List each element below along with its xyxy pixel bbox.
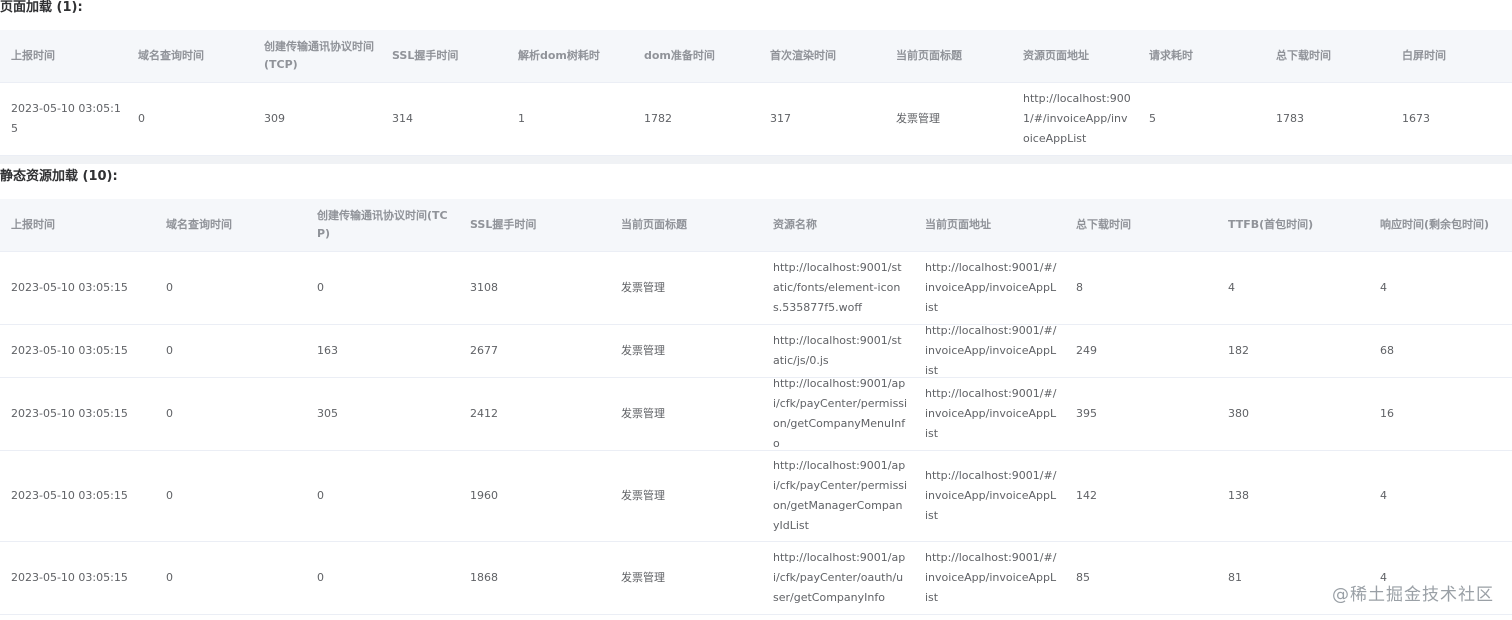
cell-total-download-time: 8	[1076, 281, 1083, 294]
cell-resource-url: http://localhost:9001/#/invoiceApp/invoi…	[1023, 92, 1131, 145]
page-load-title: 页面加载 (1):	[0, 0, 83, 15]
cell-tcp-time: 309	[264, 112, 285, 125]
table-row[interactable]: 2023-05-10 03:05:15 0 0 1868 发票管理 http:/…	[0, 542, 1512, 615]
cell-page-title: 发票管理	[621, 571, 665, 584]
cell-total-download-time: 85	[1076, 571, 1090, 584]
cell-response-time: 4	[1380, 281, 1387, 294]
cell-page-title: 发票管理	[621, 344, 665, 357]
cell-ssl-time: 1868	[470, 571, 498, 584]
cell-tcp-time: 0	[317, 281, 324, 294]
cell-ssl-time: 2677	[470, 344, 498, 357]
watermark: @稀土掘金技术社区	[1332, 585, 1494, 605]
header-dom-parse-time[interactable]: 解析dom树耗时	[507, 30, 633, 82]
header-total-download-time[interactable]: 总下载时间	[1265, 30, 1391, 82]
cell-total-download-time: 249	[1076, 344, 1097, 357]
table-row[interactable]: 2023-05-10 03:05:15 0 163 2677 发票管理 http…	[0, 325, 1512, 378]
cell-ssl-time: 314	[392, 112, 413, 125]
cell-ttfb: 4	[1228, 281, 1235, 294]
cell-page-url: http://localhost:9001/#/invoiceApp/invoi…	[925, 551, 1057, 604]
cell-resource-name: http://localhost:9001/static/js/0.js	[773, 334, 902, 367]
table-row[interactable]: 2023-05-10 03:05:15 0 0 1960 发票管理 http:/…	[0, 451, 1512, 542]
cell-dns-time: 0	[138, 112, 145, 125]
cell-dns-time: 0	[166, 281, 173, 294]
header-dns-time[interactable]: 域名查询时间	[155, 199, 306, 251]
cell-resource-name: http://localhost:9001/api/cfk/payCenter/…	[773, 378, 908, 450]
page-load-header-row: 上报时间 域名查询时间 创建传输通讯协议时间(TCP) SSL握手时间 解析do…	[0, 30, 1512, 83]
cell-tcp-time: 305	[317, 407, 338, 420]
cell-resource-name: http://localhost:9001/static/fonts/eleme…	[773, 261, 902, 314]
cell-page-title: 发票管理	[621, 281, 665, 294]
header-page-title[interactable]: 当前页面标题	[610, 199, 762, 251]
cell-ttfb: 380	[1228, 407, 1249, 420]
static-load-title: 静态资源加载 (10):	[0, 169, 118, 184]
cell-page-url: http://localhost:9001/#/invoiceApp/invoi…	[925, 469, 1057, 522]
header-resource-name[interactable]: 资源名称	[762, 199, 914, 251]
header-page-url[interactable]: 当前页面地址	[914, 199, 1065, 251]
section-divider	[0, 156, 1512, 164]
cell-ttfb: 182	[1228, 344, 1249, 357]
cell-report-time: 2023-05-10 03:05:15	[11, 407, 128, 420]
cell-page-url: http://localhost:9001/#/invoiceApp/invoi…	[925, 387, 1057, 440]
cell-white-screen-time: 1673	[1402, 112, 1430, 125]
cell-resource-name: http://localhost:9001/api/cfk/payCenter/…	[773, 459, 908, 532]
table-row[interactable]: 2023-05-10 03:05:15 0 0 3108 发票管理 http:/…	[0, 252, 1512, 325]
cell-tcp-time: 0	[317, 489, 324, 502]
cell-tcp-time: 0	[317, 571, 324, 584]
cell-report-time: 2023-05-10 03:05:15	[11, 489, 128, 502]
header-ssl-time[interactable]: SSL握手时间	[381, 30, 507, 82]
cell-report-time: 2023-05-10 03:05:15	[11, 344, 128, 357]
cell-resource-name: http://localhost:9001/api/cfk/payCenter/…	[773, 551, 906, 604]
cell-page-title: 发票管理	[896, 112, 940, 125]
cell-ssl-time: 2412	[470, 407, 498, 420]
header-report-time[interactable]: 上报时间	[0, 30, 127, 82]
header-total-download-time[interactable]: 总下载时间	[1065, 199, 1217, 251]
cell-dns-time: 0	[166, 344, 173, 357]
header-white-screen-time[interactable]: 白屏时间	[1391, 30, 1512, 82]
cell-tcp-time: 163	[317, 344, 338, 357]
header-request-time[interactable]: 请求耗时	[1138, 30, 1265, 82]
cell-page-title: 发票管理	[621, 489, 665, 502]
cell-report-time: 2023-05-10 03:05:15	[11, 571, 128, 584]
header-ssl-time[interactable]: SSL握手时间	[459, 199, 610, 251]
cell-dns-time: 0	[166, 407, 173, 420]
header-first-render-time[interactable]: 首次渲染时间	[759, 30, 885, 82]
header-tcp-time[interactable]: 创建传输通讯协议时间(TCP)	[306, 199, 459, 251]
cell-dns-time: 0	[166, 571, 173, 584]
cell-request-time: 5	[1149, 112, 1156, 125]
cell-response-time: 16	[1380, 407, 1394, 420]
table-row[interactable]: 2023-05-10 03:05:15 0 309 314 1 1782 317…	[0, 83, 1512, 156]
cell-total-download-time: 1783	[1276, 112, 1304, 125]
header-tcp-time[interactable]: 创建传输通讯协议时间(TCP)	[253, 30, 381, 82]
cell-dom-ready-time: 1782	[644, 112, 672, 125]
cell-first-render-time: 317	[770, 112, 791, 125]
header-resource-url[interactable]: 资源页面地址	[1012, 30, 1138, 82]
cell-dns-time: 0	[166, 489, 173, 502]
cell-ttfb: 138	[1228, 489, 1249, 502]
cell-report-time: 2023-05-10 03:05:15	[11, 281, 128, 294]
header-dns-time[interactable]: 域名查询时间	[127, 30, 253, 82]
cell-page-url: http://localhost:9001/#/invoiceApp/invoi…	[925, 261, 1057, 314]
header-response-time[interactable]: 响应时间(剩余包时间)	[1369, 199, 1512, 251]
cell-report-time: 2023-05-10 03:05:15	[11, 102, 121, 135]
cell-total-download-time: 142	[1076, 489, 1097, 502]
cell-response-time: 68	[1380, 344, 1394, 357]
cell-page-url: http://localhost:9001/#/invoiceApp/invoi…	[925, 325, 1057, 377]
cell-total-download-time: 395	[1076, 407, 1097, 420]
cell-dom-parse-time: 1	[518, 112, 525, 125]
header-ttfb[interactable]: TTFB(首包时间)	[1217, 199, 1369, 251]
header-page-title[interactable]: 当前页面标题	[885, 30, 1012, 82]
cell-page-title: 发票管理	[621, 407, 665, 420]
header-dom-ready-time[interactable]: dom准备时间	[633, 30, 759, 82]
header-report-time[interactable]: 上报时间	[0, 199, 155, 251]
cell-ssl-time: 1960	[470, 489, 498, 502]
static-load-header-row: 上报时间 域名查询时间 创建传输通讯协议时间(TCP) SSL握手时间 当前页面…	[0, 199, 1512, 252]
cell-response-time: 4	[1380, 489, 1387, 502]
table-row[interactable]: 2023-05-10 03:05:15 0 305 2412 发票管理 http…	[0, 378, 1512, 451]
cell-ssl-time: 3108	[470, 281, 498, 294]
